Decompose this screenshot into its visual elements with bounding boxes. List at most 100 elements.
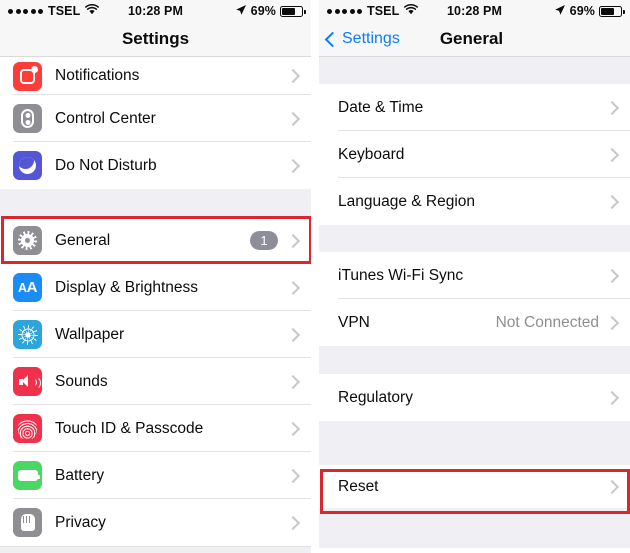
list-item-wallpaper[interactable]: Wallpaper — [0, 311, 311, 358]
list-item-label: General — [55, 231, 111, 249]
chevron-right-icon — [604, 100, 620, 115]
list-item-label: VPN — [338, 313, 370, 331]
list-item-itunes-wifi-sync[interactable]: iTunes Wi-Fi Sync — [319, 252, 630, 299]
carrier-name: TSEL — [48, 4, 81, 18]
chevron-right-icon — [285, 468, 301, 483]
display-icon: AA — [13, 273, 42, 302]
section-gap — [0, 546, 311, 553]
signal-strength-dots-icon — [327, 8, 362, 14]
list-item-label: Language & Region — [338, 192, 476, 210]
list-item-notifications[interactable]: Notifications — [0, 57, 311, 95]
chevron-right-icon — [285, 327, 301, 342]
gear-icon — [13, 226, 42, 255]
list-item-label: Keyboard — [338, 145, 405, 163]
list-item-label: Do Not Disturb — [55, 156, 157, 174]
section-gap — [319, 225, 630, 252]
page-title: Settings — [121, 29, 190, 48]
status-bar-left: TSEL 10:28 PM 69% — [0, 0, 311, 22]
settings-list-left[interactable]: Notifications Control Center Do Not Dist… — [0, 57, 311, 553]
list-item-keyboard[interactable]: Keyboard — [319, 131, 630, 178]
carrier-name: TSEL — [367, 4, 400, 18]
list-item-regulatory[interactable]: Regulatory — [319, 374, 630, 421]
chevron-right-icon — [285, 280, 301, 295]
list-item-label: Sounds — [55, 372, 108, 390]
chevron-right-icon — [604, 147, 620, 162]
list-item-label: Regulatory — [338, 388, 413, 406]
privacy-icon — [13, 508, 42, 537]
signal-strength-dots-icon — [8, 8, 43, 14]
list-item-label: Date & Time — [338, 98, 424, 116]
wifi-icon — [85, 3, 100, 18]
chevron-right-icon — [285, 111, 301, 126]
chevron-right-icon — [285, 158, 301, 173]
location-arrow-icon — [554, 4, 566, 19]
section-gap — [319, 346, 630, 374]
list-item-touch-id-passcode[interactable]: Touch ID & Passcode — [0, 405, 311, 452]
list-item-date-time[interactable]: Date & Time — [319, 84, 630, 131]
chevron-right-icon — [285, 515, 301, 530]
wallpaper-icon — [13, 320, 42, 349]
status-bar-left-group: TSEL — [8, 3, 100, 18]
list-item-do-not-disturb[interactable]: Do Not Disturb — [0, 142, 311, 189]
chevron-right-icon — [285, 233, 301, 248]
battery-percent-label: 69% — [250, 4, 276, 18]
back-button-label: Settings — [342, 30, 400, 47]
list-item-label: Reset — [338, 477, 379, 495]
section-gap — [319, 421, 630, 465]
chevron-right-icon — [604, 268, 620, 283]
dual-screenshot-stage: TSEL 10:28 PM 69% Settings Notifications… — [0, 0, 630, 553]
status-bar-right-group: 69% — [554, 4, 625, 19]
do-not-disturb-icon — [13, 151, 42, 180]
chevron-right-icon — [604, 479, 620, 494]
chevron-right-icon — [285, 421, 301, 436]
list-item-label: iTunes Wi-Fi Sync — [338, 266, 464, 284]
list-item-control-center[interactable]: Control Center — [0, 95, 311, 142]
chevron-right-icon — [285, 374, 301, 389]
settings-list-right[interactable]: Date & Time Keyboard Language & Region i… — [319, 57, 630, 548]
list-item-label: Privacy — [55, 513, 106, 531]
status-bar-right-group: 69% — [235, 4, 306, 19]
chevron-right-icon — [604, 315, 620, 330]
status-bar-left-group: TSEL — [327, 3, 419, 18]
section-gap — [0, 189, 311, 217]
section-gap — [319, 57, 630, 84]
list-item-battery[interactable]: Battery — [0, 452, 311, 499]
list-item-vpn[interactable]: VPN Not Connected — [319, 299, 630, 346]
list-item-value: Not Connected — [495, 313, 599, 331]
list-item-reset[interactable]: Reset — [319, 465, 630, 508]
list-item-general[interactable]: General 1 — [0, 217, 311, 264]
status-badge: 1 — [250, 231, 278, 250]
list-item-language-region[interactable]: Language & Region — [319, 178, 630, 225]
chevron-right-icon — [604, 194, 620, 209]
notifications-icon — [13, 61, 42, 91]
panel-divider — [311, 0, 319, 553]
list-item-label: Wallpaper — [55, 325, 125, 343]
wifi-icon — [404, 3, 419, 18]
touch-id-icon — [13, 414, 42, 443]
list-item-privacy[interactable]: Privacy — [0, 499, 311, 546]
back-button[interactable]: Settings — [324, 30, 400, 48]
sounds-icon — [13, 367, 42, 396]
battery-icon — [599, 5, 625, 17]
list-item-sounds[interactable]: Sounds — [0, 358, 311, 405]
general-screen-right: TSEL 10:28 PM 69% Settings General Date … — [319, 0, 630, 553]
list-item-label: Battery — [55, 466, 105, 484]
nav-bar-left: Settings — [0, 22, 311, 57]
settings-screen-left: TSEL 10:28 PM 69% Settings Notifications… — [0, 0, 311, 553]
list-item-display-brightness[interactable]: AA Display & Brightness — [0, 264, 311, 311]
list-item-label: Notifications — [55, 67, 140, 84]
chevron-right-icon — [285, 68, 301, 84]
list-item-label: Control Center — [55, 109, 156, 127]
chevron-left-icon — [324, 31, 341, 47]
battery-percent-label: 69% — [569, 4, 595, 18]
status-bar-right: TSEL 10:28 PM 69% — [319, 0, 630, 22]
list-item-label: Display & Brightness — [55, 278, 199, 296]
nav-bar-right: Settings General — [319, 22, 630, 57]
page-title: General — [439, 29, 504, 48]
control-center-icon — [13, 104, 42, 133]
list-item-label: Touch ID & Passcode — [55, 419, 204, 437]
section-gap — [319, 508, 630, 548]
battery-icon — [13, 461, 42, 490]
location-arrow-icon — [235, 4, 247, 19]
chevron-right-icon — [604, 390, 620, 405]
